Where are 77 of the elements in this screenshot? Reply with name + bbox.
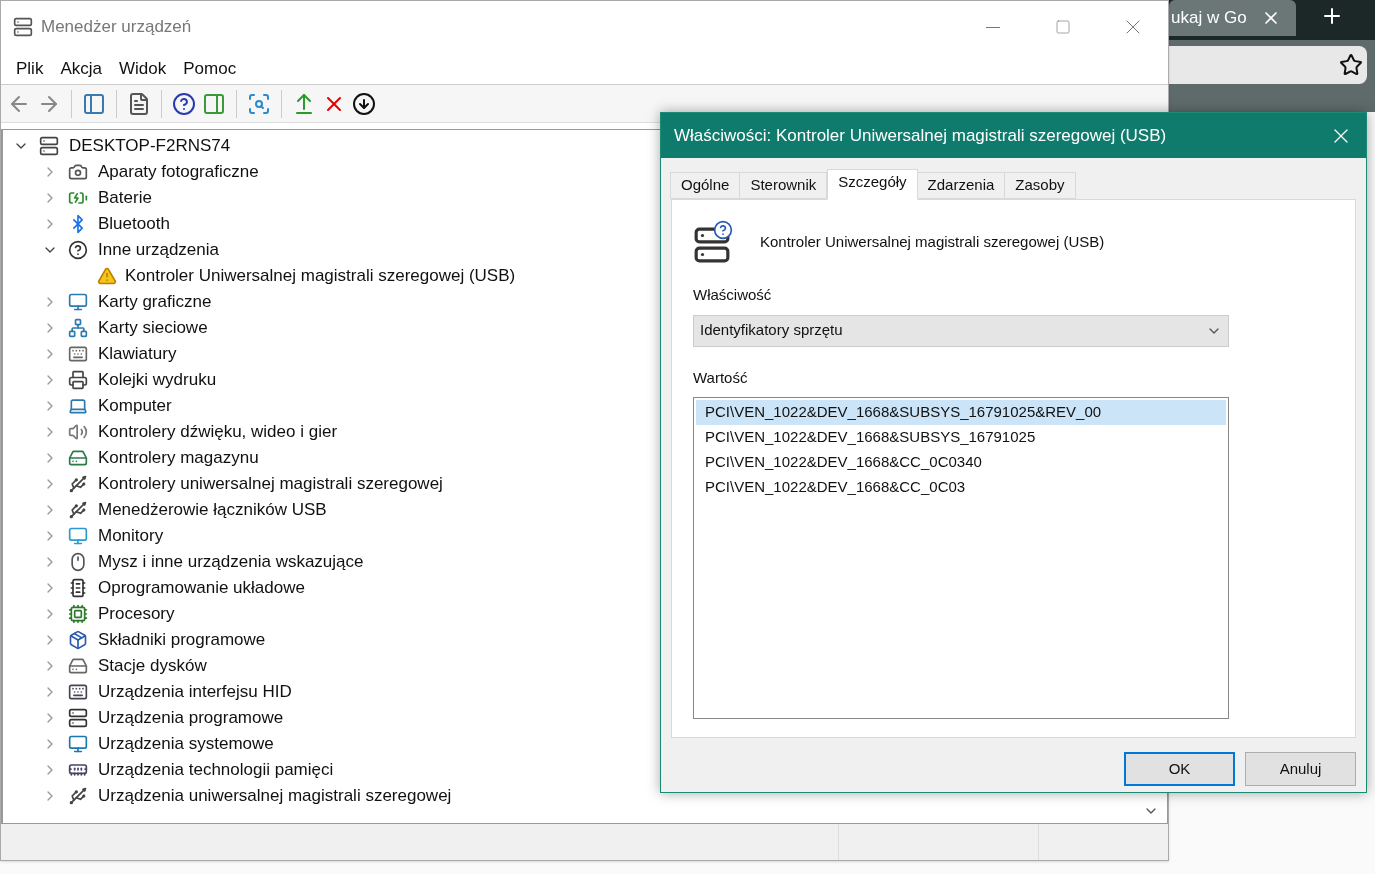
keyboard-icon — [68, 344, 88, 364]
device-icon — [68, 708, 88, 728]
value-row[interactable]: PCI\VEN_1022&DEV_1668&SUBSYS_16791025&REV_00 — [696, 400, 1226, 425]
device-name: Kontroler Uniwersalnej magistrali szeregowej (USB) — [760, 231, 1105, 252]
tab[interactable]: Zasoby — [1004, 172, 1076, 199]
dialog-button[interactable]: Anuluj — [1245, 752, 1356, 786]
scan-icon[interactable] — [247, 91, 271, 116]
network-icon — [68, 318, 88, 338]
processor-icon — [68, 604, 88, 624]
tree-item[interactable]: Kolejki wydruku — [98, 367, 217, 393]
window-title: Menedżer urządzeń — [41, 16, 192, 39]
keyboard-icon — [68, 682, 88, 702]
tab[interactable]: Zdarzenia — [916, 172, 1006, 199]
usb-icon — [68, 474, 88, 494]
panel-icon[interactable] — [82, 91, 106, 116]
camera-icon — [68, 162, 88, 182]
value-label: Wartość — [693, 367, 749, 388]
dialog-title: Właściwości: Kontroler Uniwersalnej magistrali szeregowej (USB) — [674, 124, 1167, 147]
tree-item[interactable]: Urządzenia programowe — [98, 705, 284, 731]
dialog-button[interactable]: OK — [1124, 752, 1235, 786]
tree-item[interactable]: Inne urządzenia — [98, 237, 219, 263]
bookmark-star-icon[interactable] — [1339, 53, 1363, 77]
mouse-icon — [68, 552, 88, 572]
usb-icon — [68, 786, 88, 806]
help-icon[interactable] — [172, 91, 196, 116]
tree-item[interactable]: Urządzenia systemowe — [98, 731, 274, 757]
value-row[interactable]: PCI\VEN_1022&DEV_1668&SUBSYS_16791025 — [696, 425, 1226, 450]
tree-item[interactable]: Urządzenia uniwersalnej magistrali szeregowej — [98, 783, 452, 809]
tree-item[interactable]: Aparaty fotograficzne — [98, 159, 259, 185]
value-row[interactable]: PCI\VEN_1022&DEV_1668&CC_0C0340 — [696, 450, 1226, 475]
property-dropdown[interactable]: Identyfikatory sprzętu — [693, 314, 1229, 347]
tree-item[interactable]: Kontroler Uniwersalnej magistrali szeregowej (USB) — [125, 263, 516, 289]
tree-item[interactable]: Karty sieciowe — [98, 315, 208, 341]
storage-icon — [68, 448, 88, 468]
usb-icon — [68, 500, 88, 520]
tree-item[interactable]: Menedżerowie łączników USB — [98, 497, 327, 523]
tree-item[interactable]: Składniki programowe — [98, 627, 266, 653]
properties-icon[interactable] — [127, 91, 151, 116]
tab[interactable]: Sterownik — [739, 172, 828, 199]
app-icon — [13, 17, 33, 37]
tab-title: ukaj w Go — [1171, 7, 1248, 30]
speaker-icon — [68, 422, 88, 442]
menu-item[interactable]: Akcja — [53, 55, 109, 82]
tree-item[interactable]: Baterie — [98, 185, 152, 211]
chip-icon — [68, 578, 88, 598]
tree-item[interactable]: Mysz i inne urządzenia wskazujące — [98, 549, 364, 575]
menu-item[interactable]: Plik — [9, 55, 51, 82]
tab[interactable]: Ogólne — [670, 172, 741, 199]
tree-item[interactable]: Stacje dysków — [98, 653, 207, 679]
address-bar[interactable] — [1169, 46, 1367, 84]
value-row[interactable]: PCI\VEN_1022&DEV_1668&CC_0C03 — [696, 475, 1226, 500]
monitor-icon — [68, 292, 88, 312]
tree-item[interactable]: Bluetooth — [98, 211, 170, 237]
tree-item[interactable]: Procesory — [98, 601, 175, 627]
tree-item[interactable]: DESKTOP-F2RNS74 — [69, 133, 231, 159]
property-label: Właściwość — [693, 285, 773, 305]
tree-item[interactable]: Kontrolery uniwersalnej magistrali szeregowej — [98, 471, 443, 497]
printer-icon — [68, 370, 88, 390]
minimize-icon — [986, 26, 1000, 28]
tree-item[interactable]: Karty graficzne — [98, 289, 212, 315]
tree-item[interactable]: Komputer — [98, 393, 172, 419]
tree-item[interactable]: Klawiatury — [98, 341, 177, 367]
tree-item[interactable]: Monitory — [98, 523, 164, 549]
tree-item[interactable]: Urządzenia technologii pamięci — [98, 757, 334, 783]
browser-tab[interactable]: ukaj w Go — [1169, 0, 1296, 36]
panel-icon[interactable] — [202, 91, 226, 116]
menu-item[interactable]: Widok — [112, 55, 174, 82]
package-icon — [68, 630, 88, 650]
tree-item[interactable]: Oprogramowanie układowe — [98, 575, 305, 601]
tree-item[interactable]: Kontrolery magazynu — [98, 445, 259, 471]
tree-item[interactable]: Kontrolery dźwięku, wideo i gier — [98, 419, 338, 445]
tree-item[interactable]: Urządzenia interfejsu HID — [98, 679, 292, 705]
maximize-icon — [1055, 19, 1071, 35]
monitor-icon — [68, 526, 88, 546]
tab[interactable]: Szczegóły — [827, 169, 918, 200]
menu-item[interactable]: Pomoc — [176, 55, 244, 82]
drive-icon — [68, 656, 88, 676]
